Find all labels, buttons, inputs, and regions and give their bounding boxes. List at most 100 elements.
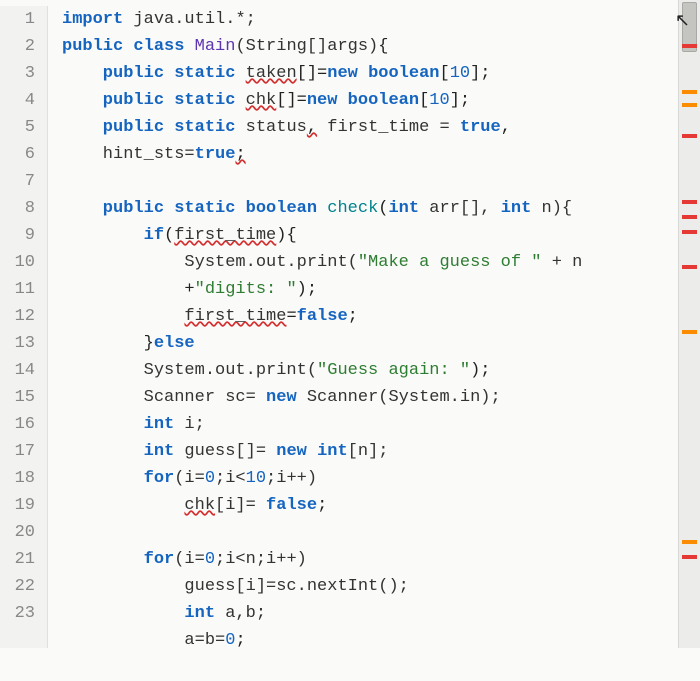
token: []= [276,91,307,110]
error-marker[interactable] [682,230,697,234]
line-number: 19 [0,492,35,519]
token: { [378,37,388,56]
code-line[interactable]: public static taken[]=new boolean[10]; [62,60,700,87]
token: true [195,145,236,164]
code-line[interactable]: public class Main(String[]args){ [62,33,700,60]
token: ; [317,496,327,515]
code-line[interactable]: System.out.print("Make a guess of " + n [62,249,700,276]
token: ); [297,280,317,299]
token: ]; [450,91,470,110]
code-line[interactable]: }else [62,330,700,357]
token: public static [62,199,246,218]
code-line[interactable]: a=b=0; [62,627,700,654]
token: public static [62,118,246,137]
token: ); [470,361,490,380]
scrollbar[interactable]: ↖ [678,0,700,648]
code-line[interactable]: for(i=0;i<10;i++) [62,465,700,492]
token: new [276,442,317,461]
token: for [62,469,174,488]
code-line[interactable] [62,654,700,681]
token: + n [542,253,583,272]
line-number: 3 [0,60,35,87]
token: (i= [174,550,205,569]
token: new [307,91,348,110]
token: ;i++) [266,469,317,488]
token: if [62,226,164,245]
line-number: 17 [0,438,35,465]
token: 10 [429,91,449,110]
token: first_time [184,307,286,326]
code-line[interactable]: first_time=false; [62,303,700,330]
token: []= [297,64,328,83]
code-line[interactable]: int i; [62,411,700,438]
code-line[interactable]: public static boolean check(int arr[], i… [62,195,700,222]
line-number: 7 [0,168,35,195]
token: Scanner sc= [62,388,266,407]
code-line[interactable]: System.out.print("Guess again: "); [62,357,700,384]
code-line[interactable]: import java.util.*; [62,6,700,33]
line-number: 22 [0,573,35,600]
token: [ [419,91,429,110]
line-number: 13 [0,330,35,357]
line-number: 6 [0,141,35,168]
line-number: 21 [0,546,35,573]
line-number: 16 [0,411,35,438]
code-line[interactable]: if(first_time){ [62,222,700,249]
code-line[interactable] [62,519,700,546]
code-area[interactable]: import java.util.*;public class Main(Str… [48,6,700,648]
token: public static [62,91,246,110]
error-marker[interactable] [682,330,697,334]
error-marker[interactable] [682,44,697,48]
code-line[interactable] [62,168,700,195]
error-marker[interactable] [682,200,697,204]
token: ( [378,199,388,218]
error-marker[interactable] [682,555,697,559]
line-number: 5 [0,114,35,141]
code-line[interactable]: public static status, first_time = true, [62,114,700,141]
token: ; [348,307,358,326]
token: 0 [225,631,235,650]
code-editor[interactable]: 1234567891011121314151617181920212223 im… [0,0,700,648]
token: int [62,442,184,461]
token: int [388,199,429,218]
token: + [62,280,195,299]
code-line[interactable]: Scanner sc= new Scanner(System.in); [62,384,700,411]
token: public class [62,37,195,56]
line-number: 20 [0,519,35,546]
code-line[interactable]: for(i=0;i<n;i++) [62,546,700,573]
token: [i]= [215,496,266,515]
error-marker[interactable] [682,103,697,107]
error-marker[interactable] [682,215,697,219]
token: guess[]= [184,442,276,461]
code-line[interactable]: public static chk[]=new boolean[10]; [62,87,700,114]
code-line[interactable]: +"digits: "); [62,276,700,303]
code-line[interactable]: hint_sts=true; [62,141,700,168]
token: else [154,334,195,353]
code-line[interactable]: guess[i]=sc.nextInt(); [62,573,700,600]
token: boolean [246,199,328,218]
line-number: 4 [0,87,35,114]
token: 0 [205,550,215,569]
error-marker[interactable] [682,540,697,544]
token: ; [235,631,245,650]
code-line[interactable]: chk[i]= false; [62,492,700,519]
token: Scanner(System.in); [307,388,501,407]
code-line[interactable]: int guess[]= new int[n]; [62,438,700,465]
token: ; [235,145,245,164]
token: int [62,415,184,434]
error-marker[interactable] [682,134,697,138]
token: false [266,496,317,515]
token: chk [184,496,215,515]
code-line[interactable]: int a,b; [62,600,700,627]
token: ( [164,226,174,245]
cursor-icon: ↖ [675,10,690,32]
error-marker[interactable] [682,265,697,269]
error-marker[interactable] [682,90,697,94]
token: check [327,199,378,218]
token: System.out.print( [62,361,317,380]
token: taken [246,64,297,83]
token: boolean [368,64,439,83]
line-number: 8 [0,195,35,222]
line-number: 1 [0,6,35,33]
line-number: 23 [0,600,35,627]
